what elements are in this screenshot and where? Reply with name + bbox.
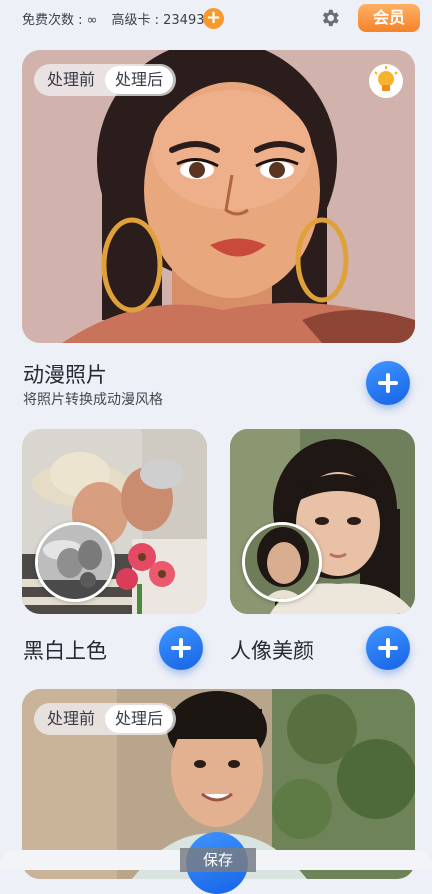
credits-info: 免费次数 : ∞ 高级卡 : 23493: [22, 9, 204, 28]
premium-count-label: 高级卡 : 23493: [111, 13, 205, 28]
colorize-before-thumbnail: [35, 522, 115, 602]
beauty-preview-card[interactable]: [230, 429, 415, 614]
save-label[interactable]: 保存: [180, 848, 256, 872]
vip-button[interactable]: 会员: [358, 4, 420, 32]
free-count-label: 免费次数 : ∞: [22, 13, 98, 28]
toggle-after[interactable]: 处理后: [105, 66, 174, 94]
gear-icon[interactable]: [319, 7, 341, 29]
restore-toggle-after[interactable]: 处理后: [105, 705, 174, 733]
anime-preview-card[interactable]: 处理前 处理后: [22, 50, 415, 343]
anime-title: 动漫照片: [23, 363, 107, 387]
lightbulb-icon[interactable]: [369, 64, 403, 98]
anime-subtitle: 将照片转换成动漫风格: [23, 392, 163, 408]
beauty-title: 人像美颜: [230, 639, 314, 663]
anime-add-button[interactable]: [366, 361, 410, 405]
colorize-add-button[interactable]: [159, 626, 203, 670]
restore-before-after-toggle[interactable]: 处理前 处理后: [34, 703, 177, 735]
top-bar: 免费次数 : ∞ 高级卡 : 23493 + 会员: [0, 0, 432, 38]
colorize-title: 黑白上色: [23, 639, 107, 663]
colorize-preview-card[interactable]: [22, 429, 207, 614]
beauty-before-thumbnail: [242, 522, 322, 602]
before-after-toggle[interactable]: 处理前 处理后: [34, 64, 177, 96]
beauty-add-button[interactable]: [366, 626, 410, 670]
restore-toggle-before[interactable]: 处理前: [37, 705, 105, 733]
plus-circle-icon[interactable]: +: [203, 8, 224, 29]
toggle-before[interactable]: 处理前: [37, 66, 105, 94]
